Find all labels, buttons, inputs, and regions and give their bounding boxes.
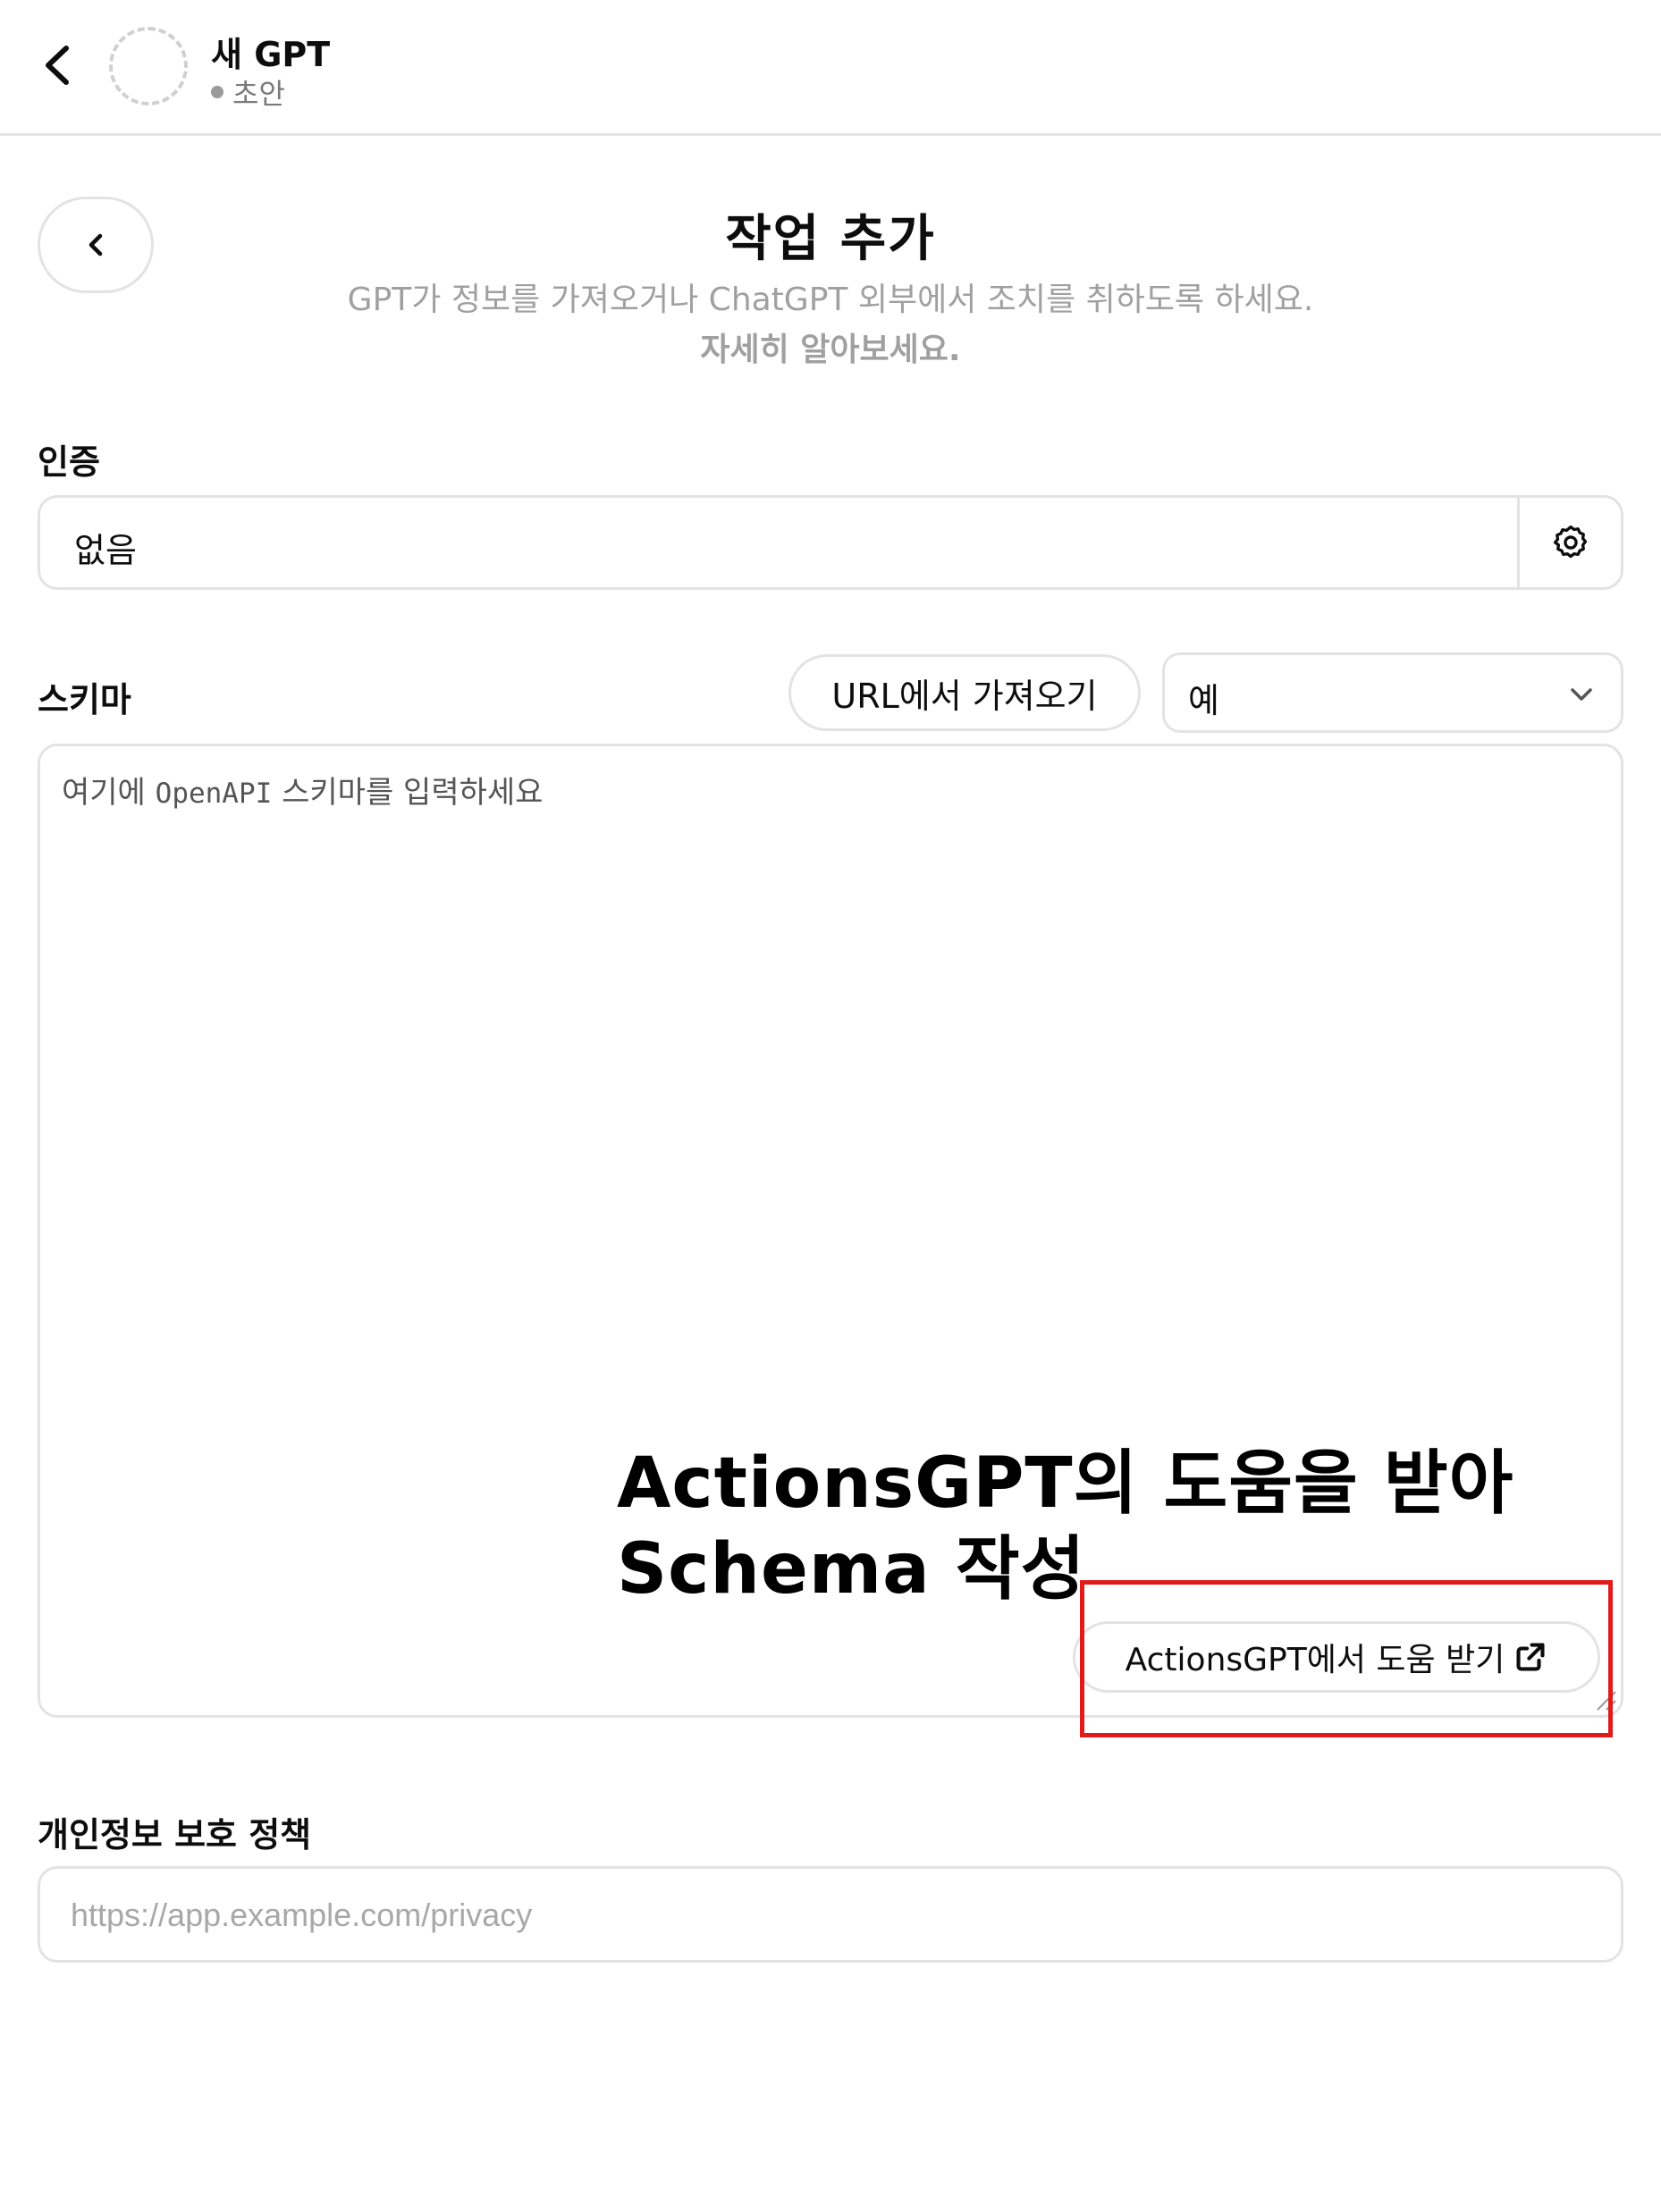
draft-status: 초안 [211,71,285,113]
status-dot-icon [211,86,223,98]
auth-value: 없음 [74,531,137,570]
learn-more-link[interactable]: 자세히 알아보세요. [0,324,1661,370]
placeholder-prefix: 여기에 [62,775,156,811]
schema-label: 스키마 [38,680,131,719]
auth-settings-button[interactable] [1517,498,1621,587]
annotation-highlight-box [1080,1580,1613,1737]
gpt-title: 새 GPT [211,35,331,74]
auth-label: 인증 [38,442,100,482]
back-button[interactable] [36,34,80,97]
gear-icon [1553,525,1587,559]
schema-placeholder: 여기에 OpenAPI 스키마를 입력하세요 [62,768,543,812]
annotation-line-1: ActionsGPT의 도움을 받아 [617,1443,1514,1524]
examples-select[interactable]: 예 [1162,652,1623,733]
gpt-avatar-placeholder[interactable] [109,27,188,105]
privacy-policy-input[interactable] [71,1890,1572,1940]
top-bar: 새 GPT 초안 [0,0,1661,136]
import-from-url-button[interactable]: URL에서 가져오기 [788,654,1141,731]
auth-field[interactable]: 없음 [38,495,1623,590]
page-title: 작업 추가 [725,210,936,268]
status-label: 초안 [232,77,285,111]
examples-select-value: 예 [1188,681,1219,720]
privacy-label: 개인정보 보호 정책 [38,1815,312,1855]
page-subtitle: GPT가 정보를 가져오거나 ChatGPT 외부에서 조치를 취하도록 하세요… [347,282,1314,318]
privacy-policy-field[interactable] [38,1866,1623,1963]
chevron-down-icon [1571,688,1592,701]
chevron-left-icon [46,46,69,85]
placeholder-code: OpenAPI [155,778,273,810]
placeholder-suffix: 스키마를 입력하세요 [272,775,544,811]
